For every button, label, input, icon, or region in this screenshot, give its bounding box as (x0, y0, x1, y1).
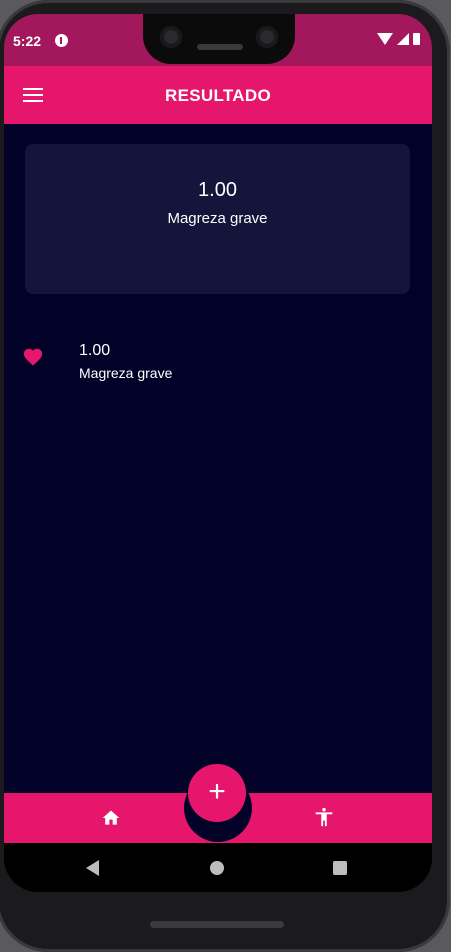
app-notification-icon (55, 34, 68, 47)
list-item-value: 1.00 (79, 342, 111, 359)
back-icon[interactable] (86, 860, 99, 876)
system-nav-bar (4, 843, 432, 892)
result-label: Magreza grave (167, 210, 268, 227)
bottom-speaker (150, 921, 284, 928)
heart-icon (23, 348, 43, 366)
list-item[interactable]: 1.00 Magreza grave (4, 339, 432, 389)
add-button[interactable]: + (188, 764, 246, 822)
status-time: 5:22 (13, 33, 42, 49)
status-right-icons (377, 33, 420, 45)
main-content: 1.00 Magreza grave 1.00 Magreza grave (4, 124, 432, 793)
accessibility-person-icon[interactable] (313, 805, 335, 829)
wifi-icon (377, 33, 393, 45)
earpiece-speaker (197, 44, 243, 50)
page-title: RESULTADO (165, 86, 271, 105)
front-camera-icon (160, 26, 182, 48)
battery-icon (413, 33, 420, 45)
home-icon[interactable] (100, 808, 122, 828)
front-sensor-icon (256, 26, 278, 48)
status-bar: 5:22 (4, 14, 432, 66)
result-card: 1.00 Magreza grave (25, 144, 410, 294)
recents-icon[interactable] (333, 861, 347, 875)
screen: 5:22 RESULTADO 1.00 Magreza grave 1.00 M… (4, 14, 432, 892)
app-bar: RESULTADO (4, 66, 432, 124)
list-item-label: Magreza grave (79, 365, 173, 381)
home-circle-icon[interactable] (210, 861, 224, 875)
plus-icon: + (208, 775, 226, 808)
cell-signal-icon (397, 33, 409, 45)
camera-notch (143, 14, 295, 64)
result-value: 1.00 (198, 179, 237, 201)
